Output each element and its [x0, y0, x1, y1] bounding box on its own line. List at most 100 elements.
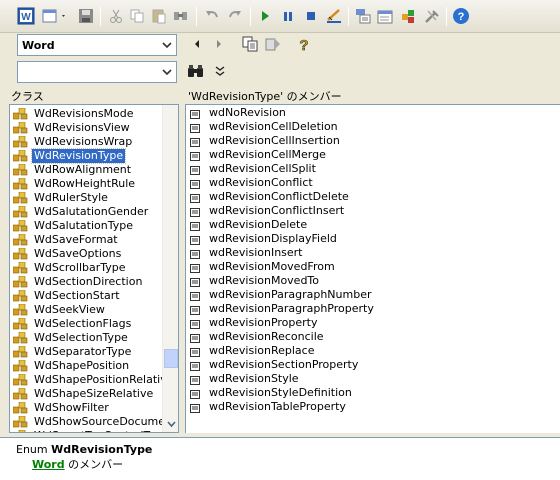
copy-to-clipboard-icon[interactable]	[241, 35, 259, 53]
member-list-item[interactable]: wdRevisionInsert	[186, 246, 376, 260]
members-list[interactable]: wdNoRevision wdRevisionCellDeletion wdRevi…	[185, 104, 560, 433]
member-list-item[interactable]: wdRevisionParagraphNumber	[186, 288, 376, 302]
class-list-item[interactable]: WdSalutationType	[10, 219, 163, 233]
member-list-item[interactable]: wdRevisionCellInsertion	[186, 134, 376, 148]
class-list-item[interactable]: WdRevisionsView	[10, 121, 163, 135]
properties-icon[interactable]	[376, 7, 394, 25]
insert-userform-icon[interactable]	[41, 7, 69, 25]
scroll-down-icon[interactable]	[163, 416, 178, 432]
run-icon[interactable]	[256, 7, 274, 25]
member-list-item[interactable]: wdRevisionTableProperty	[186, 400, 376, 414]
class-list-item-label: WdShapePosition	[34, 359, 130, 372]
scroll-up-icon[interactable]	[163, 105, 178, 121]
class-list-item[interactable]: WdSeparatorType	[10, 345, 163, 359]
class-list-item[interactable]: WdShapePosition	[10, 359, 163, 373]
library-link[interactable]: Word	[32, 458, 65, 471]
save-icon[interactable]	[77, 7, 95, 25]
class-list-item[interactable]: WdRowAlignment	[10, 163, 163, 177]
enum-class-icon	[12, 149, 28, 162]
class-list-item[interactable]: WdSalutationGender	[10, 205, 163, 219]
back-icon[interactable]	[191, 37, 203, 51]
design-mode-icon[interactable]	[325, 7, 343, 25]
class-list-item[interactable]: WdSectionDirection	[10, 275, 163, 289]
class-list-item-label: WdSectionDirection	[34, 275, 143, 288]
cut-icon[interactable]	[107, 7, 125, 25]
member-list-item[interactable]: wdRevisionCellSplit	[186, 162, 376, 176]
toolbar-separator	[348, 7, 349, 26]
member-list-item[interactable]: wdRevisionReconcile	[186, 330, 376, 344]
member-list-item[interactable]: wdRevisionProperty	[186, 316, 376, 330]
member-list-item[interactable]: wdRevisionConflict	[186, 176, 376, 190]
class-list-item[interactable]: WdShapePositionRelative	[10, 373, 174, 387]
class-list-item[interactable]: WdScrollbarType	[10, 261, 163, 275]
object-browser-icon[interactable]	[399, 7, 417, 25]
class-list-item[interactable]: WdSelectionType	[10, 331, 163, 345]
class-list-item[interactable]: WdSaveOptions	[10, 247, 163, 261]
class-list-item[interactable]: WdSectionStart	[10, 289, 163, 303]
word-app-icon[interactable]: W	[17, 7, 35, 25]
enum-constant-icon	[190, 361, 200, 371]
undo-icon[interactable]	[203, 7, 221, 25]
member-list-item[interactable]: wdRevisionSectionProperty	[186, 358, 376, 372]
enum-class-icon	[12, 177, 28, 190]
member-list-item[interactable]: wdRevisionReplace	[186, 344, 376, 358]
svg-text:?: ?	[458, 11, 465, 23]
member-list-item[interactable]: wdNoRevision	[186, 106, 376, 120]
member-list-item[interactable]: wdRevisionMovedFrom	[186, 260, 376, 274]
forward-icon[interactable]	[213, 37, 225, 51]
class-list-item[interactable]: WdShapeSizeRelative	[10, 387, 163, 401]
classes-scrollbar[interactable]	[162, 105, 178, 432]
enum-class-icon	[12, 261, 28, 274]
project-explorer-icon[interactable]	[354, 7, 372, 25]
class-list-item[interactable]: WdRevisionsMode	[10, 107, 163, 121]
class-list-item[interactable]: WdRulerStyle	[10, 191, 163, 205]
classes-header: クラス	[11, 90, 44, 103]
members-header: 'WdRevisionType' のメンバー	[188, 90, 342, 103]
toolbox-icon[interactable]	[423, 7, 441, 25]
member-list-item-label: wdRevisionInsert	[209, 246, 303, 259]
find-icon[interactable]	[172, 7, 190, 25]
chevron-down-icon[interactable]	[158, 35, 176, 55]
class-list-item[interactable]: WdSelectionFlags	[10, 317, 163, 331]
class-list-item[interactable]: WdRevisionType	[10, 148, 163, 164]
member-list-item-label: wdNoRevision	[209, 106, 286, 119]
scrollbar-thumb[interactable]	[164, 349, 178, 368]
member-list-item[interactable]: wdRevisionParagraphProperty	[186, 302, 376, 316]
library-dropdown[interactable]: Word	[17, 34, 177, 56]
view-definition-icon[interactable]	[264, 35, 282, 53]
member-list-item[interactable]: wdRevisionConflictDelete	[186, 190, 376, 204]
class-list-item-label: WdSeparatorType	[34, 345, 132, 358]
search-text-dropdown[interactable]	[17, 61, 177, 83]
chevron-down-icon[interactable]	[158, 62, 176, 82]
member-list-item-label: wdRevisionCellDeletion	[209, 120, 338, 133]
class-list-item-label: WdScrollbarType	[34, 261, 126, 274]
paste-icon[interactable]	[150, 7, 168, 25]
class-list-item[interactable]: WdSmartTagControlType	[10, 429, 169, 432]
class-list-item[interactable]: WdSeekView	[10, 303, 163, 317]
member-list-item-label: wdRevisionStyle	[209, 372, 299, 385]
class-list-item-label: WdRowHeightRule	[34, 177, 136, 190]
member-list-item[interactable]: wdRevisionDisplayField	[186, 232, 376, 246]
member-list-item[interactable]: wdRevisionMovedTo	[186, 274, 376, 288]
member-list-item[interactable]: wdRevisionStyle	[186, 372, 376, 386]
break-icon[interactable]	[279, 7, 297, 25]
member-list-item[interactable]: wdRevisionConflictInsert	[186, 204, 376, 218]
binoculars-search-icon[interactable]	[187, 63, 205, 79]
member-list-item[interactable]: wdRevisionDelete	[186, 218, 376, 232]
class-list-item[interactable]: WdShowFilter	[10, 401, 163, 415]
show-search-results-icon[interactable]	[214, 64, 226, 78]
member-list-item[interactable]: wdRevisionCellMerge	[186, 148, 376, 162]
classes-list[interactable]: WdRevisionsMode WdRevisionsView WdRevision…	[9, 104, 179, 433]
class-list-item[interactable]: WdRevisionsWrap	[10, 135, 163, 149]
copy-icon[interactable]	[128, 7, 146, 25]
class-list-item[interactable]: WdShowSourceDocuments	[10, 415, 178, 429]
reset-icon[interactable]	[302, 7, 320, 25]
class-list-item-label: WdSectionStart	[34, 289, 120, 302]
member-list-item[interactable]: wdRevisionStyleDefinition	[186, 386, 376, 400]
class-list-item[interactable]: WdSaveFormat	[10, 233, 163, 247]
help-icon[interactable]: ?	[452, 7, 470, 25]
class-list-item[interactable]: WdRowHeightRule	[10, 177, 163, 191]
help-question-icon[interactable]: ?	[297, 36, 311, 55]
redo-icon[interactable]	[226, 7, 244, 25]
member-list-item[interactable]: wdRevisionCellDeletion	[186, 120, 376, 134]
